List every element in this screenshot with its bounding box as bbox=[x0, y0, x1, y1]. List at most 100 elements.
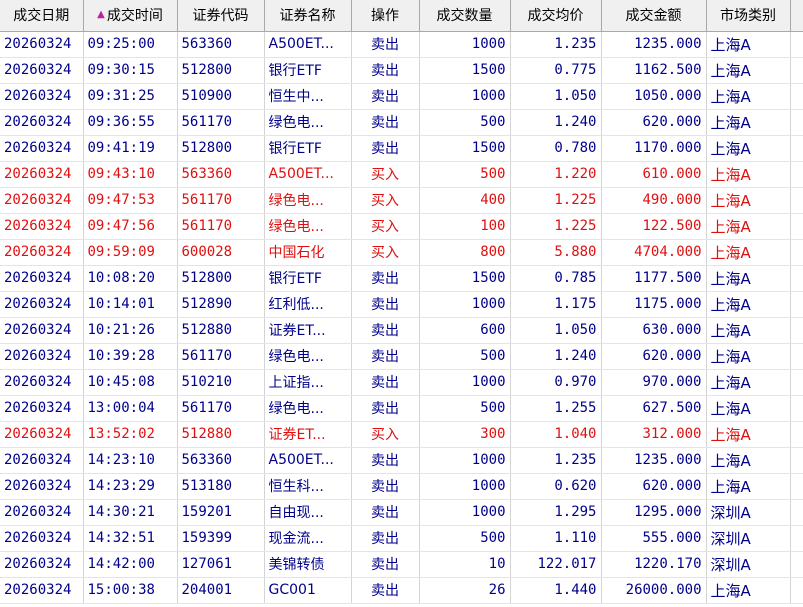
cell-amount: 1295.000 bbox=[601, 499, 707, 526]
cell-operation: 卖出 bbox=[351, 109, 420, 136]
column-header-label: 市场类别 bbox=[720, 8, 776, 25]
table-row[interactable]: 20260324 13:52:02 512880 证券ET... 买入 300 1.040 3… bbox=[0, 421, 803, 448]
column-header-security-name[interactable]: 证券名称 bbox=[264, 0, 352, 32]
table-row[interactable]: 20260324 14:32:51 159399 现金流... 卖出 500 1.110 55… bbox=[0, 525, 803, 552]
cell-quantity: 10 bbox=[419, 551, 511, 578]
cell-avg-price: 1.240 bbox=[510, 343, 602, 370]
cell-trade-date: 20260324 bbox=[0, 109, 84, 136]
column-header-label: 操作 bbox=[371, 8, 399, 25]
header-filler bbox=[790, 0, 803, 32]
cell-amount: 620.000 bbox=[601, 109, 707, 136]
cell-trade-time: 09:30:15 bbox=[83, 57, 178, 84]
column-header-amount[interactable]: 成交金额 bbox=[601, 0, 707, 32]
cell-quantity: 500 bbox=[419, 343, 511, 370]
table-row[interactable]: 20260324 14:30:21 159201 自由现... 卖出 1000 1.295 1… bbox=[0, 499, 803, 526]
row-filler bbox=[790, 343, 803, 370]
table-row[interactable]: 20260324 09:25:00 563360 A500ET... 卖出 1000 1.2… bbox=[0, 31, 803, 58]
cell-amount: 490.000 bbox=[601, 187, 707, 214]
cell-quantity: 600 bbox=[419, 317, 511, 344]
cell-operation: 买入 bbox=[351, 161, 420, 188]
cell-market: 上海A bbox=[706, 577, 791, 604]
table-row[interactable]: 20260324 09:30:15 512800 银行ETF 卖出 1500 0.775 11… bbox=[0, 57, 803, 84]
column-header-market[interactable]: 市场类别 bbox=[706, 0, 791, 32]
table-row[interactable]: 20260324 14:23:29 513180 恒生科... 卖出 1000 0.620 6… bbox=[0, 473, 803, 500]
column-header-trade-time[interactable]: ▲ 成交时间 bbox=[83, 0, 178, 32]
cell-quantity: 300 bbox=[419, 421, 511, 448]
row-filler bbox=[790, 265, 803, 292]
cell-quantity: 1000 bbox=[419, 473, 511, 500]
column-header-security-code[interactable]: 证券代码 bbox=[177, 0, 265, 32]
cell-security-code: 561170 bbox=[177, 395, 265, 422]
row-filler bbox=[790, 239, 803, 266]
cell-trade-date: 20260324 bbox=[0, 31, 84, 58]
cell-security-name: 证券ET... bbox=[264, 317, 352, 344]
table-row[interactable]: 20260324 09:59:09 600028 中国石化 买入 800 5.880 4704… bbox=[0, 239, 803, 266]
table-row[interactable]: 20260324 14:23:10 563360 A500ET... 卖出 1000 1.2… bbox=[0, 447, 803, 474]
cell-security-code: 561170 bbox=[177, 343, 265, 370]
table-row[interactable]: 20260324 14:42:00 127061 美锦转债 卖出 10 122.017 122… bbox=[0, 551, 803, 578]
cell-operation: 卖出 bbox=[351, 499, 420, 526]
row-filler bbox=[790, 369, 803, 396]
table-body: 20260324 09:25:00 563360 A500ET... 卖出 1000 1.2… bbox=[0, 31, 803, 604]
cell-amount: 1175.000 bbox=[601, 291, 707, 318]
header-row: 成交日期 ▲ 成交时间 证券代码 证券名称 操作 成交数量 成交均价 成交金额 市… bbox=[0, 0, 803, 32]
cell-security-code: 159399 bbox=[177, 525, 265, 552]
cell-operation: 卖出 bbox=[351, 447, 420, 474]
row-filler bbox=[790, 317, 803, 344]
cell-trade-date: 20260324 bbox=[0, 135, 84, 162]
cell-security-name: A500ET... bbox=[264, 161, 352, 188]
cell-trade-time: 09:31:25 bbox=[83, 83, 178, 110]
cell-quantity: 1000 bbox=[419, 83, 511, 110]
cell-security-name: 绿色电... bbox=[264, 343, 352, 370]
row-filler bbox=[790, 31, 803, 58]
column-header-operation[interactable]: 操作 bbox=[351, 0, 420, 32]
table-row[interactable]: 20260324 10:21:26 512880 证券ET... 卖出 600 1.050 6… bbox=[0, 317, 803, 344]
table-row[interactable]: 20260324 09:43:10 563360 A500ET... 买入 500 1.22… bbox=[0, 161, 803, 188]
column-header-label: 成交金额 bbox=[625, 8, 682, 25]
row-filler bbox=[790, 447, 803, 474]
cell-avg-price: 0.970 bbox=[510, 369, 602, 396]
row-filler bbox=[790, 187, 803, 214]
cell-amount: 26000.000 bbox=[601, 577, 707, 604]
table-row[interactable]: 20260324 09:31:25 510900 恒生中... 卖出 1000 1.050 1… bbox=[0, 83, 803, 110]
cell-trade-time: 09:47:56 bbox=[83, 213, 178, 240]
column-header-trade-date[interactable]: 成交日期 bbox=[0, 0, 84, 32]
cell-security-code: 600028 bbox=[177, 239, 265, 266]
cell-amount: 610.000 bbox=[601, 161, 707, 188]
cell-amount: 627.500 bbox=[601, 395, 707, 422]
table-row[interactable]: 20260324 10:08:20 512800 银行ETF 卖出 1500 0.785 11… bbox=[0, 265, 803, 292]
table-row[interactable]: 20260324 09:47:56 561170 绿色电... 买入 100 1.225 12… bbox=[0, 213, 803, 240]
column-header-quantity[interactable]: 成交数量 bbox=[419, 0, 511, 32]
column-header-avg-price[interactable]: 成交均价 bbox=[510, 0, 602, 32]
table-row[interactable]: 20260324 10:39:28 561170 绿色电... 卖出 500 1.240 62… bbox=[0, 343, 803, 370]
cell-market: 上海A bbox=[706, 291, 791, 318]
cell-security-name: 上证指... bbox=[264, 369, 352, 396]
row-filler bbox=[790, 135, 803, 162]
row-filler bbox=[790, 421, 803, 448]
cell-trade-date: 20260324 bbox=[0, 577, 84, 604]
row-filler bbox=[790, 83, 803, 110]
cell-market: 上海A bbox=[706, 317, 791, 344]
cell-market: 上海A bbox=[706, 31, 791, 58]
cell-trade-date: 20260324 bbox=[0, 473, 84, 500]
cell-quantity: 500 bbox=[419, 525, 511, 552]
cell-trade-date: 20260324 bbox=[0, 187, 84, 214]
table-row[interactable]: 20260324 10:45:08 510210 上证指... 卖出 1000 0.970 9… bbox=[0, 369, 803, 396]
cell-market: 上海A bbox=[706, 213, 791, 240]
table-row[interactable]: 20260324 09:36:55 561170 绿色电... 卖出 500 1.240 62… bbox=[0, 109, 803, 136]
table-row[interactable]: 20260324 09:41:19 512800 银行ETF 卖出 1500 0.780 11… bbox=[0, 135, 803, 162]
cell-avg-price: 0.620 bbox=[510, 473, 602, 500]
row-filler bbox=[790, 499, 803, 526]
row-filler bbox=[790, 525, 803, 552]
table-row[interactable]: 20260324 10:14:01 512890 红利低... 卖出 1000 1.175 1… bbox=[0, 291, 803, 318]
cell-avg-price: 122.017 bbox=[510, 551, 602, 578]
table-row[interactable]: 20260324 09:47:53 561170 绿色电... 买入 400 1.225 49… bbox=[0, 187, 803, 214]
cell-amount: 970.000 bbox=[601, 369, 707, 396]
cell-market: 上海A bbox=[706, 109, 791, 136]
table-row[interactable]: 20260324 13:00:04 561170 绿色电... 卖出 500 1.255 62… bbox=[0, 395, 803, 422]
table-row[interactable]: 20260324 15:00:38 204001 GC001 卖出 26 1.440 2600… bbox=[0, 577, 803, 604]
cell-trade-time: 14:23:10 bbox=[83, 447, 178, 474]
cell-trade-date: 20260324 bbox=[0, 551, 84, 578]
cell-trade-time: 09:59:09 bbox=[83, 239, 178, 266]
cell-operation: 卖出 bbox=[351, 83, 420, 110]
